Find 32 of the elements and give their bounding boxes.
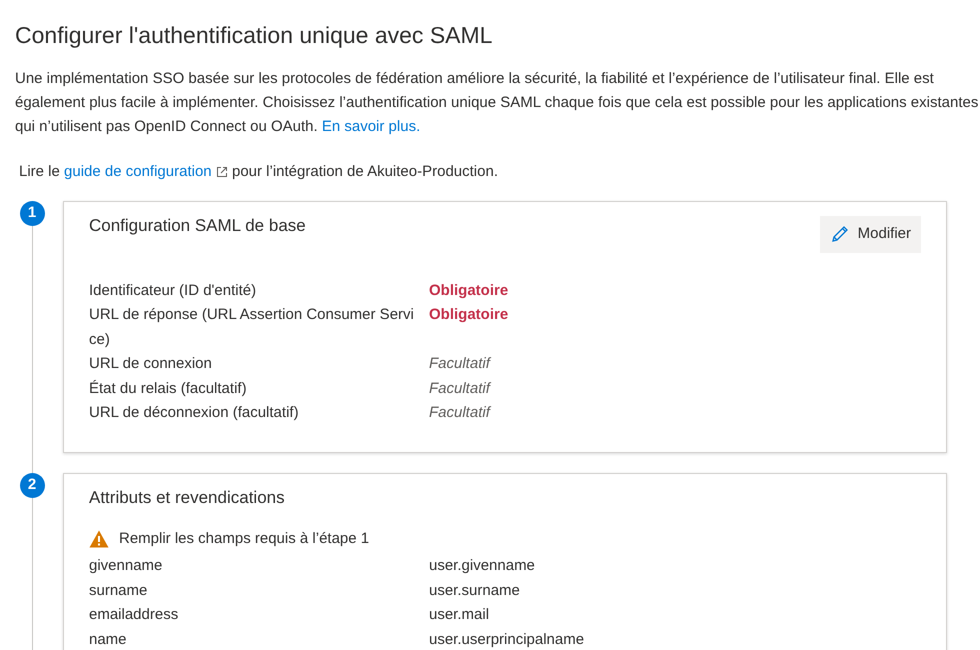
field-label: URL de connexion xyxy=(89,354,213,374)
field-value: Facultatif xyxy=(429,354,492,374)
guide-paragraph: Lire le guide de configuration pour l’intégration de Akuiteo-Production. xyxy=(19,162,499,182)
field-label: name xyxy=(89,630,128,650)
field-label: Identificateur (ID d'entité) xyxy=(89,280,258,301)
field-value: Obligatoire xyxy=(429,305,510,326)
field-value: Obligatoire xyxy=(429,280,510,301)
field-label: URL de déconnexion (facultatif) xyxy=(89,403,300,424)
edit-button[interactable]: Modifier xyxy=(820,216,921,253)
field-label: surname xyxy=(89,580,148,601)
field-value: user.givenname xyxy=(429,556,536,576)
pencil-icon xyxy=(830,224,850,244)
description-paragraph: Une implémentation SSO basée sur les protocoles de fédération améliore la sécurité, la fiabilité et l’expérience de l’utilisateur final. Elle est également plus facile à implémenter. Choisissez l’authentification unique SAML chaque fois que cela est possible pour les applications existantes qui n’utilisent pas OpenID Connect ou OAuth. En savoir plus. xyxy=(15,68,980,137)
field-label: État du relais (facultatif) xyxy=(89,378,248,399)
step-number: 2 xyxy=(20,472,44,498)
field-label: URL de réponse (URL Assertion Consumer Service) xyxy=(89,305,415,350)
field-value: user.userprincipalname xyxy=(429,630,586,650)
warning-text: Remplir les champs requis à l’étape 1 xyxy=(119,528,370,549)
external-link-icon xyxy=(216,166,228,178)
step-number: 1 xyxy=(20,201,44,226)
field-label: emailaddress xyxy=(89,605,180,626)
field-value: user.mail xyxy=(429,605,490,626)
field-value: Facultatif xyxy=(429,403,492,424)
page-title: Configurer l'authentification unique avec SAML xyxy=(15,22,494,50)
field-label: givenname xyxy=(89,556,164,576)
field-value: user.surname xyxy=(429,580,521,601)
card-title: Attributs et revendications xyxy=(89,488,285,508)
warning-icon xyxy=(89,530,109,548)
card-title: Configuration SAML de base xyxy=(89,216,306,236)
guide-link[interactable]: guide de configuration xyxy=(64,162,228,180)
learn-more-link[interactable]: En savoir plus. xyxy=(322,118,420,135)
field-value: Facultatif xyxy=(429,378,492,399)
